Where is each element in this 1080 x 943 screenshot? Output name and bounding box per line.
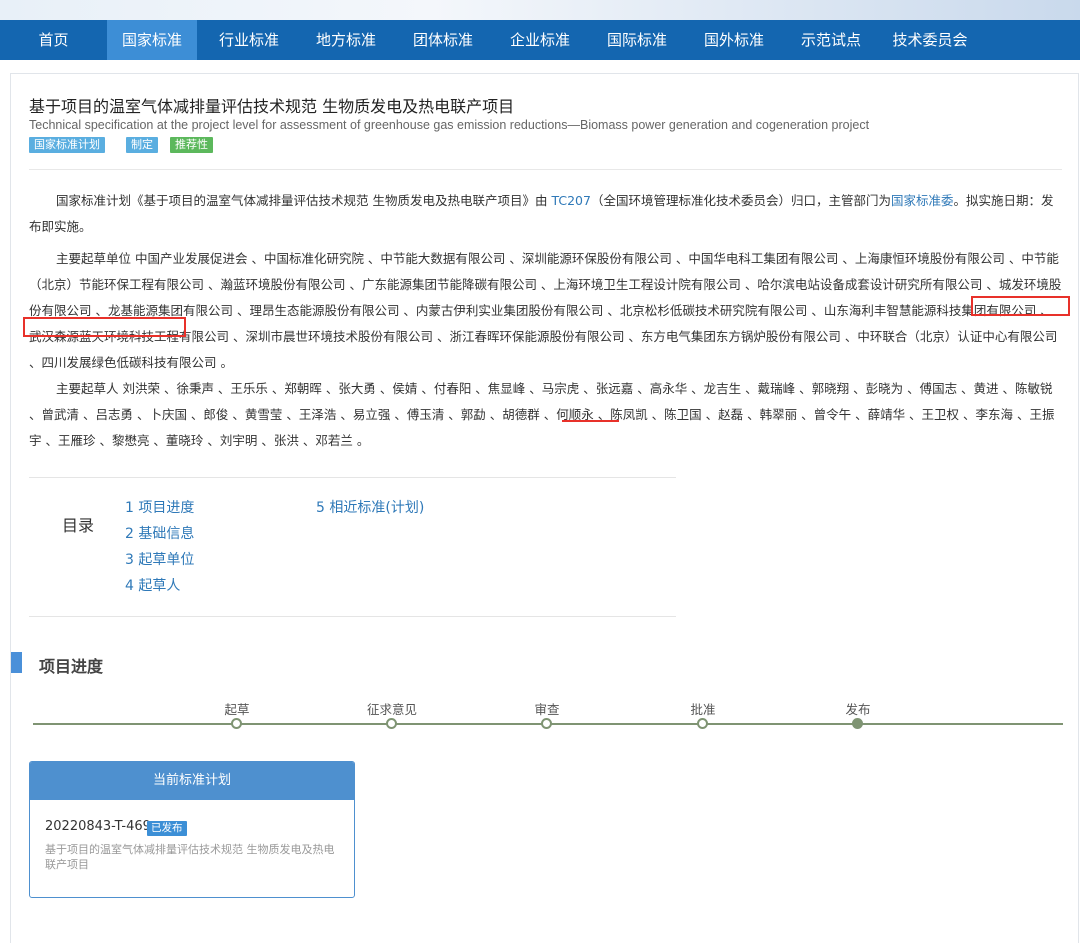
stage-label-approval: 批准 bbox=[690, 702, 716, 717]
stage-label-consultation: 征求意见 bbox=[366, 702, 418, 717]
nav-home[interactable]: 首页 bbox=[0, 20, 107, 60]
stage-node-review bbox=[541, 718, 552, 729]
stage-node-draft bbox=[231, 718, 242, 729]
tag-national-plan: 国家标准计划 bbox=[29, 137, 105, 153]
divider bbox=[29, 169, 1062, 170]
drafting-units-paragraph: 主要起草单位 中国产业发展促进会 、中国标准化研究院 、中节能大数据有限公司 、… bbox=[29, 251, 1062, 370]
tc207-link[interactable]: TC207 bbox=[551, 193, 591, 208]
intro-prefix: 国家标准计划《基于项目的温室气体减排量评估技术规范 生物质发电及热电联产项目》由 bbox=[56, 193, 552, 208]
current-plan-card[interactable]: 当前标准计划 20220843-T-469 已发布 基于项目的温室气体减排量评估… bbox=[29, 761, 355, 898]
card-header: 当前标准计划 bbox=[30, 762, 354, 800]
stage-label-release: 发布 bbox=[845, 702, 871, 717]
nav-international-standard[interactable]: 国际标准 bbox=[592, 20, 682, 60]
stage-node-consultation bbox=[386, 718, 397, 729]
plan-description: 基于项目的温室气体减排量评估技术规范 生物质发电及热电联产项目 bbox=[45, 843, 335, 871]
toc-item-drafters[interactable]: 4 起草人 bbox=[125, 575, 180, 595]
toc-item-progress[interactable]: 1 项目进度 bbox=[125, 497, 194, 517]
section-marker bbox=[11, 652, 22, 673]
nav-local-standard[interactable]: 地方标准 bbox=[301, 20, 391, 60]
tag-formulate: 制定 bbox=[126, 137, 158, 153]
highlight-box-company-line2 bbox=[23, 317, 186, 337]
highlight-box-company-line1 bbox=[971, 296, 1070, 316]
nav-technical-committee[interactable]: 技术委员会 bbox=[880, 20, 980, 60]
table-of-contents: 目录 1 项目进度 2 基础信息 3 起草单位 4 起草人 5 相近标准(计划) bbox=[29, 477, 676, 617]
stage-label-review: 审查 bbox=[534, 702, 560, 717]
highlight-underline-drafter bbox=[562, 420, 619, 422]
sac-link[interactable]: 国家标准委 bbox=[891, 193, 954, 208]
toc-item-related-standards[interactable]: 5 相近标准(计划) bbox=[316, 497, 424, 517]
toc-title: 目录 bbox=[62, 516, 95, 535]
nav-demo-pilot[interactable]: 示范试点 bbox=[786, 20, 876, 60]
nav-enterprise-standard[interactable]: 企业标准 bbox=[495, 20, 585, 60]
page-title-english: Technical specification at the project l… bbox=[29, 118, 870, 132]
status-badge: 已发布 bbox=[147, 821, 187, 836]
toc-item-basic-info[interactable]: 2 基础信息 bbox=[125, 523, 194, 543]
intro-middle: （全国环境管理标准化技术委员会）归口，主管部门为 bbox=[590, 193, 891, 208]
toc-item-drafting-units[interactable]: 3 起草单位 bbox=[125, 549, 194, 569]
nav-group-standard[interactable]: 团体标准 bbox=[398, 20, 488, 60]
drafters-paragraph: 主要起草人 刘洪荣 、徐秉声 、王乐乐 、郑朝晖 、张大勇 、侯婧 、付春阳 、… bbox=[29, 381, 1055, 448]
nav-national-standard[interactable]: 国家标准 bbox=[107, 20, 197, 60]
nav-foreign-standard[interactable]: 国外标准 bbox=[689, 20, 779, 60]
top-banner-strip bbox=[0, 0, 1080, 20]
intro-paragraph: 国家标准计划《基于项目的温室气体减排量评估技术规范 生物质发电及热电联产项目》由… bbox=[29, 188, 1063, 240]
progress-section-title: 项目进度 bbox=[39, 657, 104, 676]
tag-recommended: 推荐性 bbox=[170, 137, 213, 153]
stage-node-release bbox=[852, 718, 863, 729]
stage-label-draft: 起草 bbox=[224, 702, 250, 717]
nav-industry-standard[interactable]: 行业标准 bbox=[204, 20, 294, 60]
main-nav: 首页 国家标准 行业标准 地方标准 团体标准 企业标准 国际标准 国外标准 示范… bbox=[0, 20, 1080, 60]
stage-node-approval bbox=[697, 718, 708, 729]
page-title: 基于项目的温室气体减排量评估技术规范 生物质发电及热电联产项目 bbox=[29, 97, 515, 116]
plan-code[interactable]: 20220843-T-469 bbox=[45, 819, 151, 834]
